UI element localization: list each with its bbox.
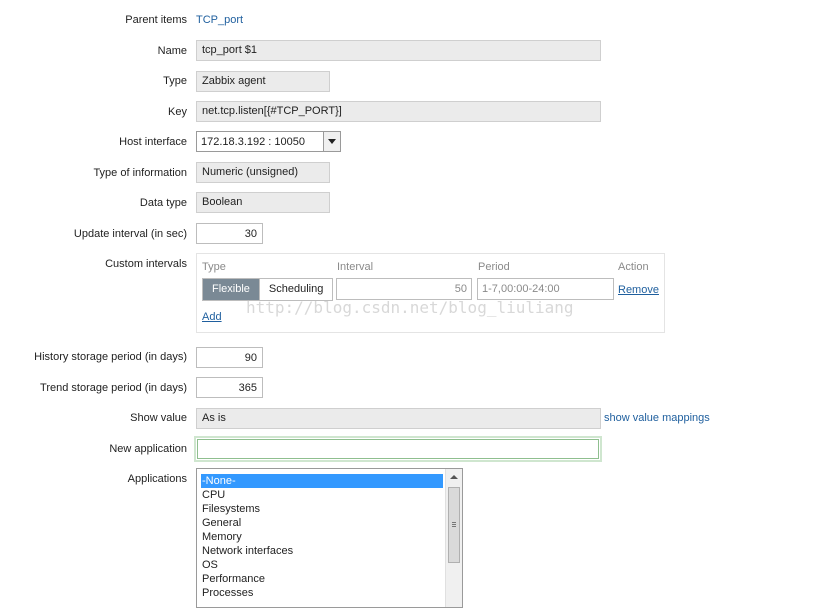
custom-intervals-panel: Type Interval Period Action Flexible Sch… — [196, 253, 665, 333]
applications-label: Applications — [127, 473, 187, 485]
data-type-field: Boolean — [196, 192, 330, 213]
type-field: Zabbix agent — [196, 71, 330, 92]
parent-item-link[interactable]: TCP_port — [196, 14, 243, 26]
type-of-information-label: Type of information — [93, 167, 187, 179]
remove-link[interactable]: Remove — [618, 284, 659, 296]
add-interval-link[interactable]: Add — [202, 311, 222, 323]
new-application-label: New application — [109, 443, 187, 455]
trend-input[interactable] — [196, 377, 263, 398]
update-interval-label: Update interval (in sec) — [73, 228, 187, 240]
applications-scrollbar[interactable] — [445, 469, 462, 607]
chevron-down-icon[interactable] — [323, 132, 340, 151]
custom-intervals-label: Custom intervals — [105, 258, 187, 270]
trend-label: Trend storage period (in days) — [40, 382, 187, 394]
name-label: Name — [157, 45, 187, 57]
scroll-up-icon[interactable] — [450, 475, 458, 479]
scheduling-button[interactable]: Scheduling — [258, 279, 333, 300]
period-input[interactable] — [477, 278, 614, 300]
host-interface-value: 172.18.3.192 : 10050 — [201, 136, 305, 148]
type-label: Type — [163, 75, 187, 87]
history-label: History storage period (in days) — [34, 351, 187, 363]
list-item[interactable]: Filesystems — [201, 502, 443, 516]
data-type-label: Data type — [139, 197, 187, 209]
new-application-input[interactable] — [194, 436, 602, 462]
watermark: http://blog.csdn.net/blog_liuliang — [246, 298, 574, 317]
key-field: net.tcp.listen[{#TCP_PORT}] — [196, 101, 601, 122]
host-interface-label: Host interface — [119, 136, 187, 148]
key-label: Key — [168, 106, 187, 118]
list-item[interactable]: Processes — [201, 586, 443, 600]
list-item[interactable]: Memory — [201, 530, 443, 544]
list-item[interactable]: -None- — [201, 474, 443, 488]
col-type-header: Type — [202, 261, 226, 273]
name-field: tcp_port $1 — [196, 40, 601, 61]
list-item[interactable]: Performance — [201, 572, 443, 586]
flexible-button[interactable]: Flexible — [203, 279, 259, 300]
col-action-header: Action — [618, 261, 649, 273]
parent-items-label: Parent items — [125, 14, 187, 26]
scrollbar-thumb[interactable] — [448, 487, 460, 563]
history-input[interactable] — [196, 347, 263, 368]
type-of-information-field: Numeric (unsigned) — [196, 162, 330, 183]
applications-list[interactable]: -None- CPU Filesystems General Memory Ne… — [196, 468, 463, 608]
list-item[interactable]: OS — [201, 558, 443, 572]
show-value-label: Show value — [130, 412, 187, 424]
list-item[interactable]: Network interfaces — [201, 544, 443, 558]
list-item[interactable]: CPU — [201, 488, 443, 502]
interval-input[interactable] — [336, 278, 472, 300]
host-interface-select[interactable]: 172.18.3.192 : 10050 — [196, 131, 341, 152]
update-interval-input[interactable] — [196, 223, 263, 244]
show-value-mappings-link[interactable]: show value mappings — [604, 412, 710, 424]
list-item[interactable]: General — [201, 516, 443, 530]
col-interval-header: Interval — [337, 261, 374, 273]
col-period-header: Period — [478, 261, 510, 273]
show-value-field: As is — [196, 408, 601, 429]
